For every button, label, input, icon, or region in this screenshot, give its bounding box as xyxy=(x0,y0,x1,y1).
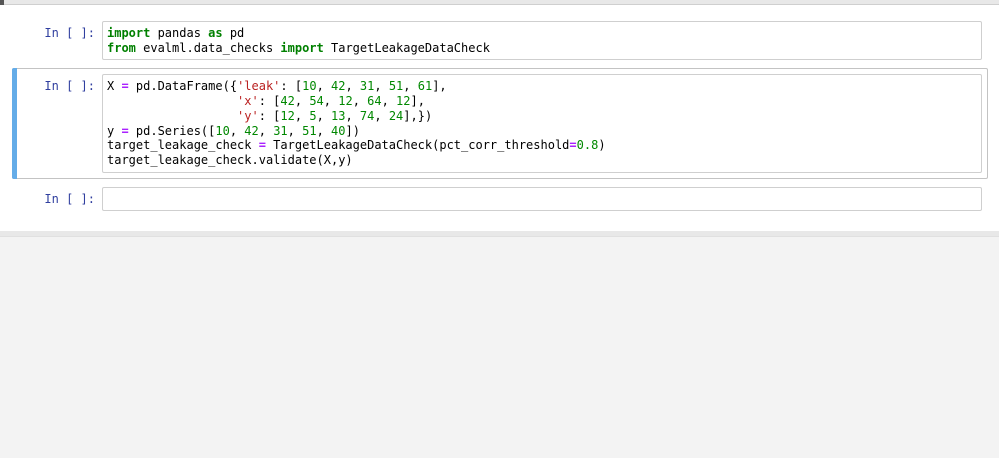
code-editor[interactable]: X = pd.DataFrame({'leak': [10, 42, 31, 5… xyxy=(102,74,982,173)
input-prompt: In [ ]: xyxy=(44,79,95,94)
input-prompt: In [ ]: xyxy=(44,26,95,40)
code-content xyxy=(107,192,977,207)
code-editor[interactable] xyxy=(102,186,982,212)
code-content: import pandas as pd from evalml.data_chec… xyxy=(107,26,490,55)
code-cell[interactable]: In [ ]: import pandas as pd from evalml.d… xyxy=(12,15,988,66)
page-background xyxy=(0,237,999,458)
input-prompt: In [ ]: xyxy=(44,191,95,206)
notebook-container: In [ ]: import pandas as pd from evalml.d… xyxy=(0,5,999,232)
code-cell[interactable]: In [ ]: X = pd.DataFrame({'leak': [10, 4… xyxy=(12,68,988,179)
screen: In [ ]: import pandas as pd from evalml.d… xyxy=(0,0,999,458)
window-top-strip xyxy=(0,0,999,5)
code-content: X = pd.DataFrame({'leak': [10, 42, 31, 5… xyxy=(107,79,606,167)
window-corner-artifact xyxy=(0,0,4,5)
cell-list: In [ ]: import pandas as pd from evalml.d… xyxy=(12,15,988,217)
code-cell[interactable]: In [ ]: xyxy=(12,181,988,218)
code-editor[interactable]: import pandas as pd from evalml.data_chec… xyxy=(102,21,982,61)
